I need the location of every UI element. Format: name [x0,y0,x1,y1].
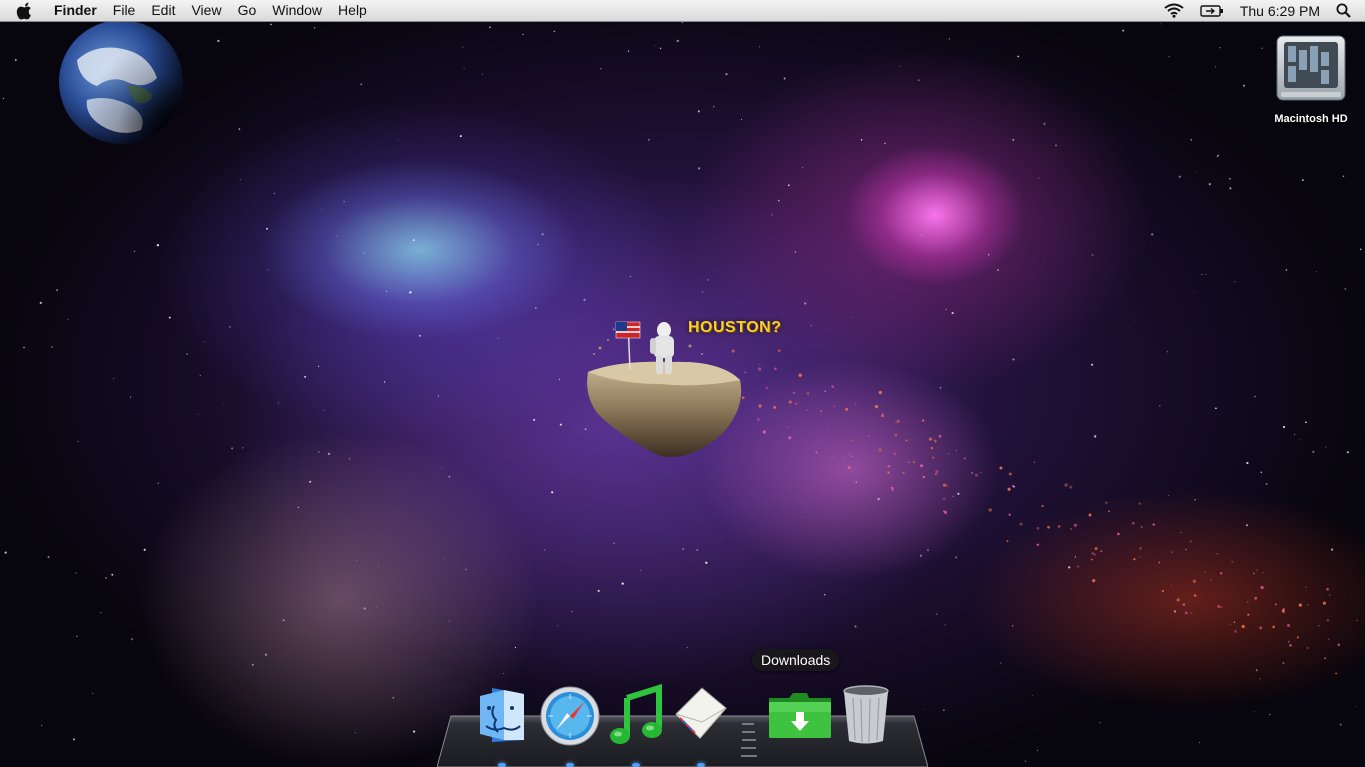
menu-help[interactable]: Help [330,0,375,21]
mail-icon [675,687,727,739]
hard-drive-icon [1276,35,1346,101]
apple-icon [16,2,31,19]
dock-item-finder[interactable] [474,684,532,746]
battery-icon [1200,4,1223,17]
earth-graphic [59,20,183,144]
wifi-menu[interactable] [1156,0,1192,21]
wifi-icon [1164,3,1184,18]
desktop-icon-label: Macintosh HD [1274,113,1348,125]
menu-window[interactable]: Window [264,0,330,21]
trash-icon [843,685,889,744]
dock-item-itunes[interactable] [607,684,665,746]
menu-view[interactable]: View [183,0,229,21]
houston-caption: HOUSTON? [688,319,782,336]
menu-edit[interactable]: Edit [143,0,183,21]
safari-icon [540,686,600,746]
dock-item-safari[interactable] [540,686,600,746]
finder-icon [480,688,524,742]
desktop-icon-macintosh-hd[interactable]: Macintosh HD [1268,34,1354,125]
battery-menu[interactable] [1192,0,1232,21]
menu-app-name[interactable]: Finder [42,0,105,21]
menu-file[interactable]: File [105,0,144,21]
dock-item-downloads[interactable] [767,690,833,742]
spotlight-icon [1336,3,1351,18]
menu-clock[interactable]: Thu 6:29 PM [1232,0,1328,21]
menu-go[interactable]: Go [230,0,265,21]
menu-bar: Finder File Edit View Go Window Help Thu… [0,0,1365,22]
downloads-folder-icon [769,693,831,738]
menu-extras: Thu 6:29 PM [1156,0,1365,21]
dock-item-trash[interactable] [840,684,892,746]
itunes-icon [610,684,662,744]
dock-item-mail[interactable] [672,684,730,746]
dock-tooltip: Downloads [752,649,840,671]
spotlight-menu[interactable] [1328,0,1365,21]
apple-menu[interactable] [0,2,42,20]
